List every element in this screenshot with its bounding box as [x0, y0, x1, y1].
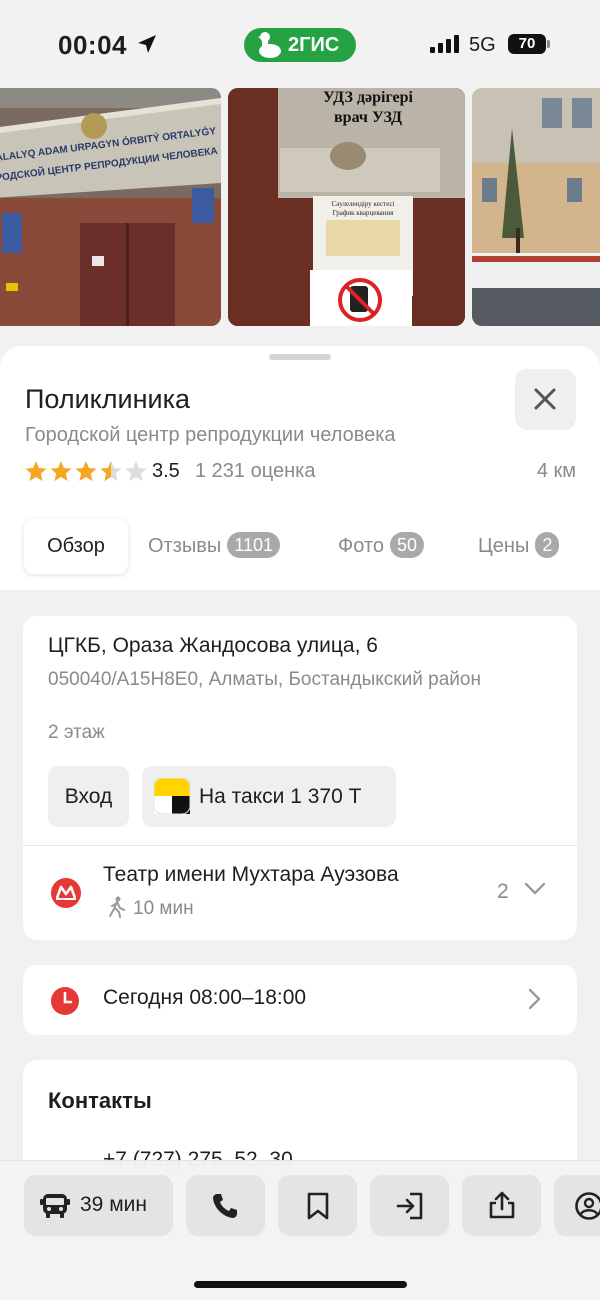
taxi-label: На такси 1 370 Т [199, 785, 362, 808]
tab-photos[interactable]: Фото 50 [338, 519, 424, 574]
tabs: Обзор Отзывы 1101 Фото 50 Цены 2 [0, 516, 600, 576]
place-title: Поликлиника [25, 384, 191, 414]
reviews-count-badge: 1101 [227, 532, 280, 558]
photo-building-entrance[interactable]: ALALYQ ADAM URPAGYN ÓRBITÝ ORTALYǴY РОДС… [0, 88, 221, 326]
metro-icon [51, 878, 81, 908]
sheet-grabber[interactable] [269, 354, 331, 360]
photos-count-badge: 50 [389, 532, 424, 558]
bottom-action-bar: 39 мин [0, 1160, 600, 1300]
status-time: 00:04 [58, 30, 127, 60]
header-divider [0, 590, 600, 592]
floor-info: 2 этаж [48, 722, 105, 743]
walk-time: 10 мин [133, 898, 194, 919]
cellular-signal-icon [430, 35, 459, 53]
tab-label: Обзор [47, 535, 105, 557]
star-icon [25, 461, 47, 481]
close-icon [534, 388, 556, 410]
share-icon [489, 1191, 515, 1219]
metro-station-name[interactable]: Театр имени Мухтара Ауэзова [103, 863, 399, 887]
photo-sign-kz: УДЗ дәрігері [323, 89, 414, 106]
tab-label: Цены [478, 535, 530, 557]
home-indicator[interactable] [194, 1281, 407, 1288]
tab-label: Фото [338, 535, 384, 557]
bus-icon [40, 1194, 70, 1218]
working-hours-text: Сегодня 08:00–18:00 [103, 986, 307, 1009]
contact-profile-button[interactable] [554, 1175, 600, 1236]
place-card-sheet: Поликлиника Городской центр репродукции … [0, 346, 600, 1300]
photo-doctor-office-sign[interactable]: УДЗ дәрігері врач УЗД Сәулелендіру кесте… [228, 88, 465, 326]
star-icon [50, 461, 72, 481]
tab-label: Отзывы [148, 535, 222, 557]
phone-icon [213, 1194, 237, 1218]
prices-count-badge: 2 [535, 532, 560, 558]
bookmark-icon [307, 1192, 329, 1220]
tab-prices[interactable]: Цены 2 [478, 519, 560, 574]
profile-icon [575, 1192, 600, 1220]
chevron-down-icon[interactable] [524, 882, 546, 896]
star-icon [75, 461, 97, 481]
contacts-title: Контакты [48, 1088, 152, 1113]
photo-schedule-title-ru: График кварцевания [333, 209, 395, 217]
working-hours-card[interactable]: Сегодня 08:00–18:00 [23, 965, 577, 1035]
taxi-button[interactable]: На такси 1 370 Т [142, 766, 396, 827]
photo-schedule-title-kz: Сәулелендіру кестесі [331, 200, 394, 208]
clock-icon [51, 987, 79, 1015]
tab-overview[interactable]: Обзор [24, 519, 128, 574]
place-subtitle: Городской центр репродукции человека [25, 424, 396, 446]
distance: 4 км [536, 460, 576, 482]
photo-sign-ru: врач УЗД [334, 109, 402, 126]
half-star-icon [100, 461, 122, 481]
status-bar: 00:04 2ГИС 5G 70 [0, 0, 600, 88]
call-button[interactable] [186, 1175, 265, 1236]
chevron-right-icon [528, 988, 541, 1010]
photo-strip[interactable]: ALALYQ ADAM URPAGYN ÓRBITÝ ORTALYǴY РОДС… [0, 88, 600, 328]
bookmark-button[interactable] [278, 1175, 357, 1236]
route-time-label: 39 мин [80, 1193, 147, 1216]
goose-logo-icon [258, 32, 281, 58]
address-card: ЦГКБ, Ораза Жандосова улица, 6 050040/A1… [23, 616, 577, 940]
address-details: 050040/A15H8E0, Алматы, Бостандыкский ра… [48, 669, 481, 690]
enter-icon [396, 1192, 423, 1220]
battery-indicator: 70 [508, 34, 546, 54]
location-arrow-icon [138, 35, 156, 53]
entrance-label: Вход [64, 785, 113, 808]
app-badge[interactable]: 2ГИС [244, 28, 356, 62]
entrance-button[interactable]: Вход [48, 766, 129, 827]
card-divider [23, 845, 577, 846]
empty-star-icon [125, 461, 147, 481]
metro-station-count[interactable]: 2 [497, 880, 509, 904]
entrance-route-button[interactable] [370, 1175, 449, 1236]
close-button[interactable] [515, 369, 576, 430]
place-header: Поликлиника Городской центр репродукции … [0, 346, 600, 592]
address-main[interactable]: ЦГКБ, Ораза Жандосова улица, 6 [48, 634, 378, 658]
share-button[interactable] [462, 1175, 541, 1236]
battery-cap [547, 40, 550, 48]
photo-building-exterior[interactable] [472, 88, 600, 326]
tab-reviews[interactable]: Отзывы 1101 [148, 519, 280, 574]
walking-icon [109, 896, 125, 918]
rating-count[interactable]: 1 231 оценка [195, 460, 315, 483]
rating-stars [25, 461, 147, 481]
app-badge-label: 2ГИС [288, 34, 340, 56]
network-type: 5G [469, 34, 496, 56]
yandex-taxi-icon [154, 778, 190, 814]
route-button[interactable]: 39 мин [24, 1175, 173, 1236]
rating-value: 3.5 [152, 460, 180, 482]
